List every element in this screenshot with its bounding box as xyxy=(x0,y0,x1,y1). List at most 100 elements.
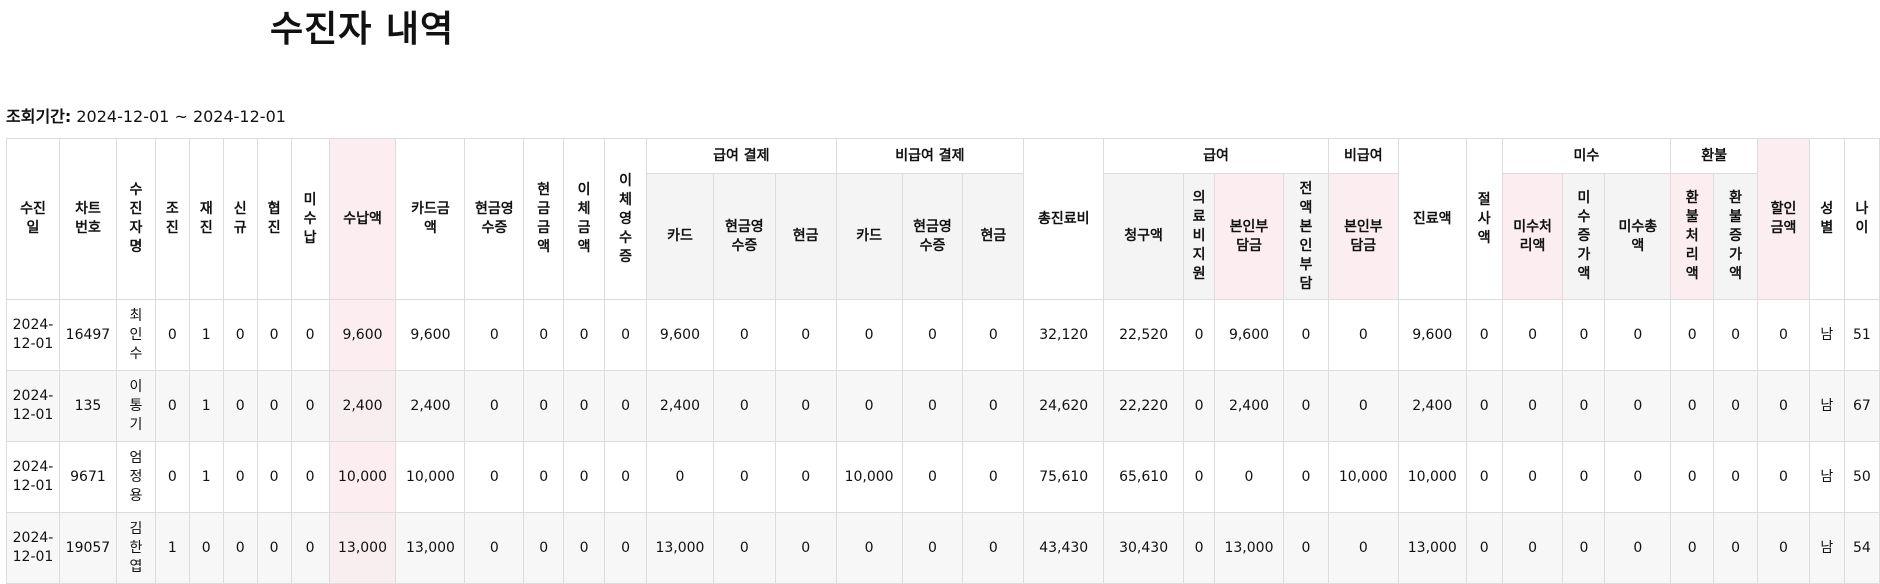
cell-total-fee: 32,120 xyxy=(1023,299,1105,371)
cell-total-fee: 24,620 xyxy=(1023,370,1105,442)
query-period: 조회기간: 2024-12-01 ~ 2024-12-01 xyxy=(6,103,286,127)
cell-unpaid-proc: 0 xyxy=(1501,299,1564,371)
cell-jae: 0 xyxy=(188,512,224,584)
cell-claim: 22,220 xyxy=(1103,370,1185,442)
col-patient-name: 수진자명 xyxy=(115,138,156,300)
query-period-label: 조회기간: xyxy=(6,107,72,126)
col-card-amount: 카드금 액 xyxy=(395,138,466,300)
table-row: 2024- 12-01 16497 최 인 수 0 1 0 0 0 9,600 9,600 0 0 0 0 9,6… xyxy=(6,299,1880,371)
col-treatment-amount: 진료액 xyxy=(1397,138,1467,300)
group-nonbenefit: 비급여 xyxy=(1327,138,1399,174)
col-bp-cash: 현금 xyxy=(774,173,837,300)
cell-cash-receipt: 0 xyxy=(464,512,525,584)
cell-refund-proc: 0 xyxy=(1670,299,1715,371)
cell-cho: 1 xyxy=(154,512,190,584)
table-body: 2024- 12-01 16497 최 인 수 0 1 0 0 0 9,600 9,600 0 0 0 0 9,6… xyxy=(6,299,1880,584)
cell-refund-inc: 0 xyxy=(1713,512,1759,584)
cell-discount: 0 xyxy=(1465,299,1503,371)
query-period-value: 2024-12-01 ~ 2024-12-01 xyxy=(76,107,286,126)
cell-unpaid: 0 xyxy=(290,370,330,442)
cell-cash: 0 xyxy=(523,370,565,442)
cell-nbp-cash-receipt: 0 xyxy=(901,512,964,584)
col-discount: 절사액 xyxy=(1465,138,1503,300)
col-sex: 성별 xyxy=(1808,138,1845,300)
col-refund-inc: 환불증가액 xyxy=(1713,173,1759,300)
cell-name: 최인수 xyxy=(115,299,156,371)
col-transfer-receipt: 이체영수증 xyxy=(604,138,647,300)
cell-nb-copay: 0 xyxy=(1327,512,1399,584)
group-benefit-payment: 급여 결제 xyxy=(645,138,837,174)
cell-total-fee: 75,610 xyxy=(1023,441,1105,513)
cell-unpaid-total: 0 xyxy=(1604,512,1672,584)
cell-paid: 2,400 xyxy=(328,370,397,442)
col-nbp-cash-receipt: 현금영 수증 xyxy=(901,173,964,300)
cell-unpaid-inc: 0 xyxy=(1562,441,1606,513)
cell-full-copay: 0 xyxy=(1282,512,1329,584)
cell-unpaid-inc: 0 xyxy=(1562,512,1606,584)
cell-refund-inc: 0 xyxy=(1713,441,1759,513)
cell-copay: 2,400 xyxy=(1214,370,1284,442)
cell-sex: 남 xyxy=(1808,370,1845,442)
cell-jae: 1 xyxy=(188,299,224,371)
cell-claim: 30,430 xyxy=(1103,512,1185,584)
col-cash-amount: 현금금액 xyxy=(523,138,565,300)
col-nb-copay: 본인부 담금 xyxy=(1327,173,1399,300)
cell-new: 0 xyxy=(222,299,258,371)
cell-bp-cash-receipt: 0 xyxy=(712,370,776,442)
cell-paid: 13,000 xyxy=(328,512,397,584)
col-paid-amount: 수납액 xyxy=(328,138,397,300)
cell-treatment: 10,000 xyxy=(1397,441,1467,513)
cell-date: 2024- 12-01 xyxy=(6,441,60,513)
col-unpaid-proc: 미수처 리액 xyxy=(1501,173,1564,300)
cell-sex: 남 xyxy=(1808,441,1845,513)
cell-nb-copay: 0 xyxy=(1327,299,1399,371)
cell-unpaid: 0 xyxy=(290,299,330,371)
cell-age: 54 xyxy=(1843,512,1880,584)
cell-full-copay: 0 xyxy=(1282,299,1329,371)
cell-card: 10,000 xyxy=(395,441,466,513)
cell-cash: 0 xyxy=(523,441,565,513)
cell-cho: 0 xyxy=(154,370,190,442)
cell-chart-no: 9671 xyxy=(58,441,117,513)
cell-date: 2024- 12-01 xyxy=(6,299,60,371)
cell-card: 9,600 xyxy=(395,299,466,371)
cell-unpaid: 0 xyxy=(290,512,330,584)
col-new: 신규 xyxy=(222,138,258,300)
cell-refund-proc: 0 xyxy=(1670,512,1715,584)
cell-unpaid-total: 0 xyxy=(1604,441,1672,513)
cell-bp-cash: 0 xyxy=(774,370,837,442)
cell-bp-card: 2,400 xyxy=(645,370,714,442)
table-row: 2024- 12-01 135 이 통 기 0 1 0 0 0 2,400 2,400 0 0 0 0 2,400… xyxy=(6,370,1880,442)
cell-discount-amt: 0 xyxy=(1757,512,1810,584)
cell-hyup: 0 xyxy=(256,299,292,371)
cell-nbp-cash: 0 xyxy=(962,299,1025,371)
cell-transfer-receipt: 0 xyxy=(604,512,647,584)
cell-card: 2,400 xyxy=(395,370,466,442)
cell-treatment: 2,400 xyxy=(1397,370,1467,442)
col-unpaid-inc: 미수증가액 xyxy=(1562,173,1606,300)
cell-unpaid-proc: 0 xyxy=(1501,370,1564,442)
col-cash-receipt: 현금영 수증 xyxy=(464,138,525,300)
col-chart-no: 차트 번호 xyxy=(58,138,117,300)
cell-claim: 22,520 xyxy=(1103,299,1185,371)
col-nbp-card: 카드 xyxy=(835,173,903,300)
cell-cash-receipt: 0 xyxy=(464,370,525,442)
cell-cho: 0 xyxy=(154,441,190,513)
cell-claim: 65,610 xyxy=(1103,441,1185,513)
cell-nbp-cash-receipt: 0 xyxy=(901,299,964,371)
cell-discount: 0 xyxy=(1465,370,1503,442)
cell-date: 2024- 12-01 xyxy=(6,512,60,584)
col-total-fee: 총진료비 xyxy=(1023,138,1105,300)
cell-nbp-card: 0 xyxy=(835,370,903,442)
cell-name: 김한엽 xyxy=(115,512,156,584)
cell-transfer-receipt: 0 xyxy=(604,299,647,371)
cell-paid: 10,000 xyxy=(328,441,397,513)
table-row: 2024- 12-01 9671 엄 정 용 0 1 0 0 0 10,000 10,000 0 0 0 0 0 0… xyxy=(6,441,1880,513)
cell-treatment: 13,000 xyxy=(1397,512,1467,584)
cell-bp-cash-receipt: 0 xyxy=(712,299,776,371)
cell-nbp-cash-receipt: 0 xyxy=(901,370,964,442)
cell-bp-cash-receipt: 0 xyxy=(712,512,776,584)
cell-sex: 남 xyxy=(1808,299,1845,371)
cell-cash: 0 xyxy=(523,512,565,584)
cell-unpaid-proc: 0 xyxy=(1501,441,1564,513)
